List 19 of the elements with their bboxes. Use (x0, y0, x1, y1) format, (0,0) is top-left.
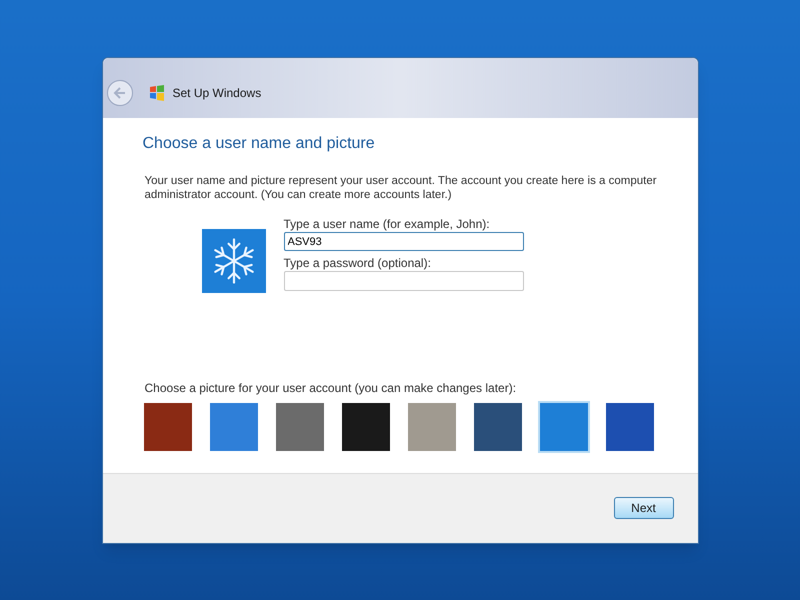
picture-tile[interactable] (274, 401, 326, 453)
picture-tile[interactable] (538, 401, 590, 453)
window-title: Set Up Windows (172, 85, 262, 102)
picture-tile[interactable] (406, 401, 458, 453)
password-label: Type a password (optional): (284, 255, 432, 271)
picture-tile[interactable] (142, 401, 194, 453)
picture-tile[interactable] (604, 401, 656, 453)
back-arrow-icon (112, 86, 126, 100)
pictures-label: Choose a picture for your user account (you can make changes later): (144, 380, 518, 397)
username-field[interactable]: ASV93 (284, 232, 524, 251)
picture-tile[interactable] (340, 401, 392, 453)
username-label: Type a user name (for example, John): (284, 216, 491, 232)
picture-tile[interactable] (472, 401, 524, 453)
page-heading: Choose a user name and picture (142, 134, 376, 154)
next-button[interactable]: Next (614, 496, 674, 518)
picture-tile[interactable] (208, 401, 260, 453)
windows-logo-icon (148, 85, 164, 101)
password-field[interactable] (284, 271, 524, 291)
intro-text: Your user name and picture represent your user account. The account you create here is a computer administrator account. (You can create more accounts later.) (144, 174, 658, 202)
